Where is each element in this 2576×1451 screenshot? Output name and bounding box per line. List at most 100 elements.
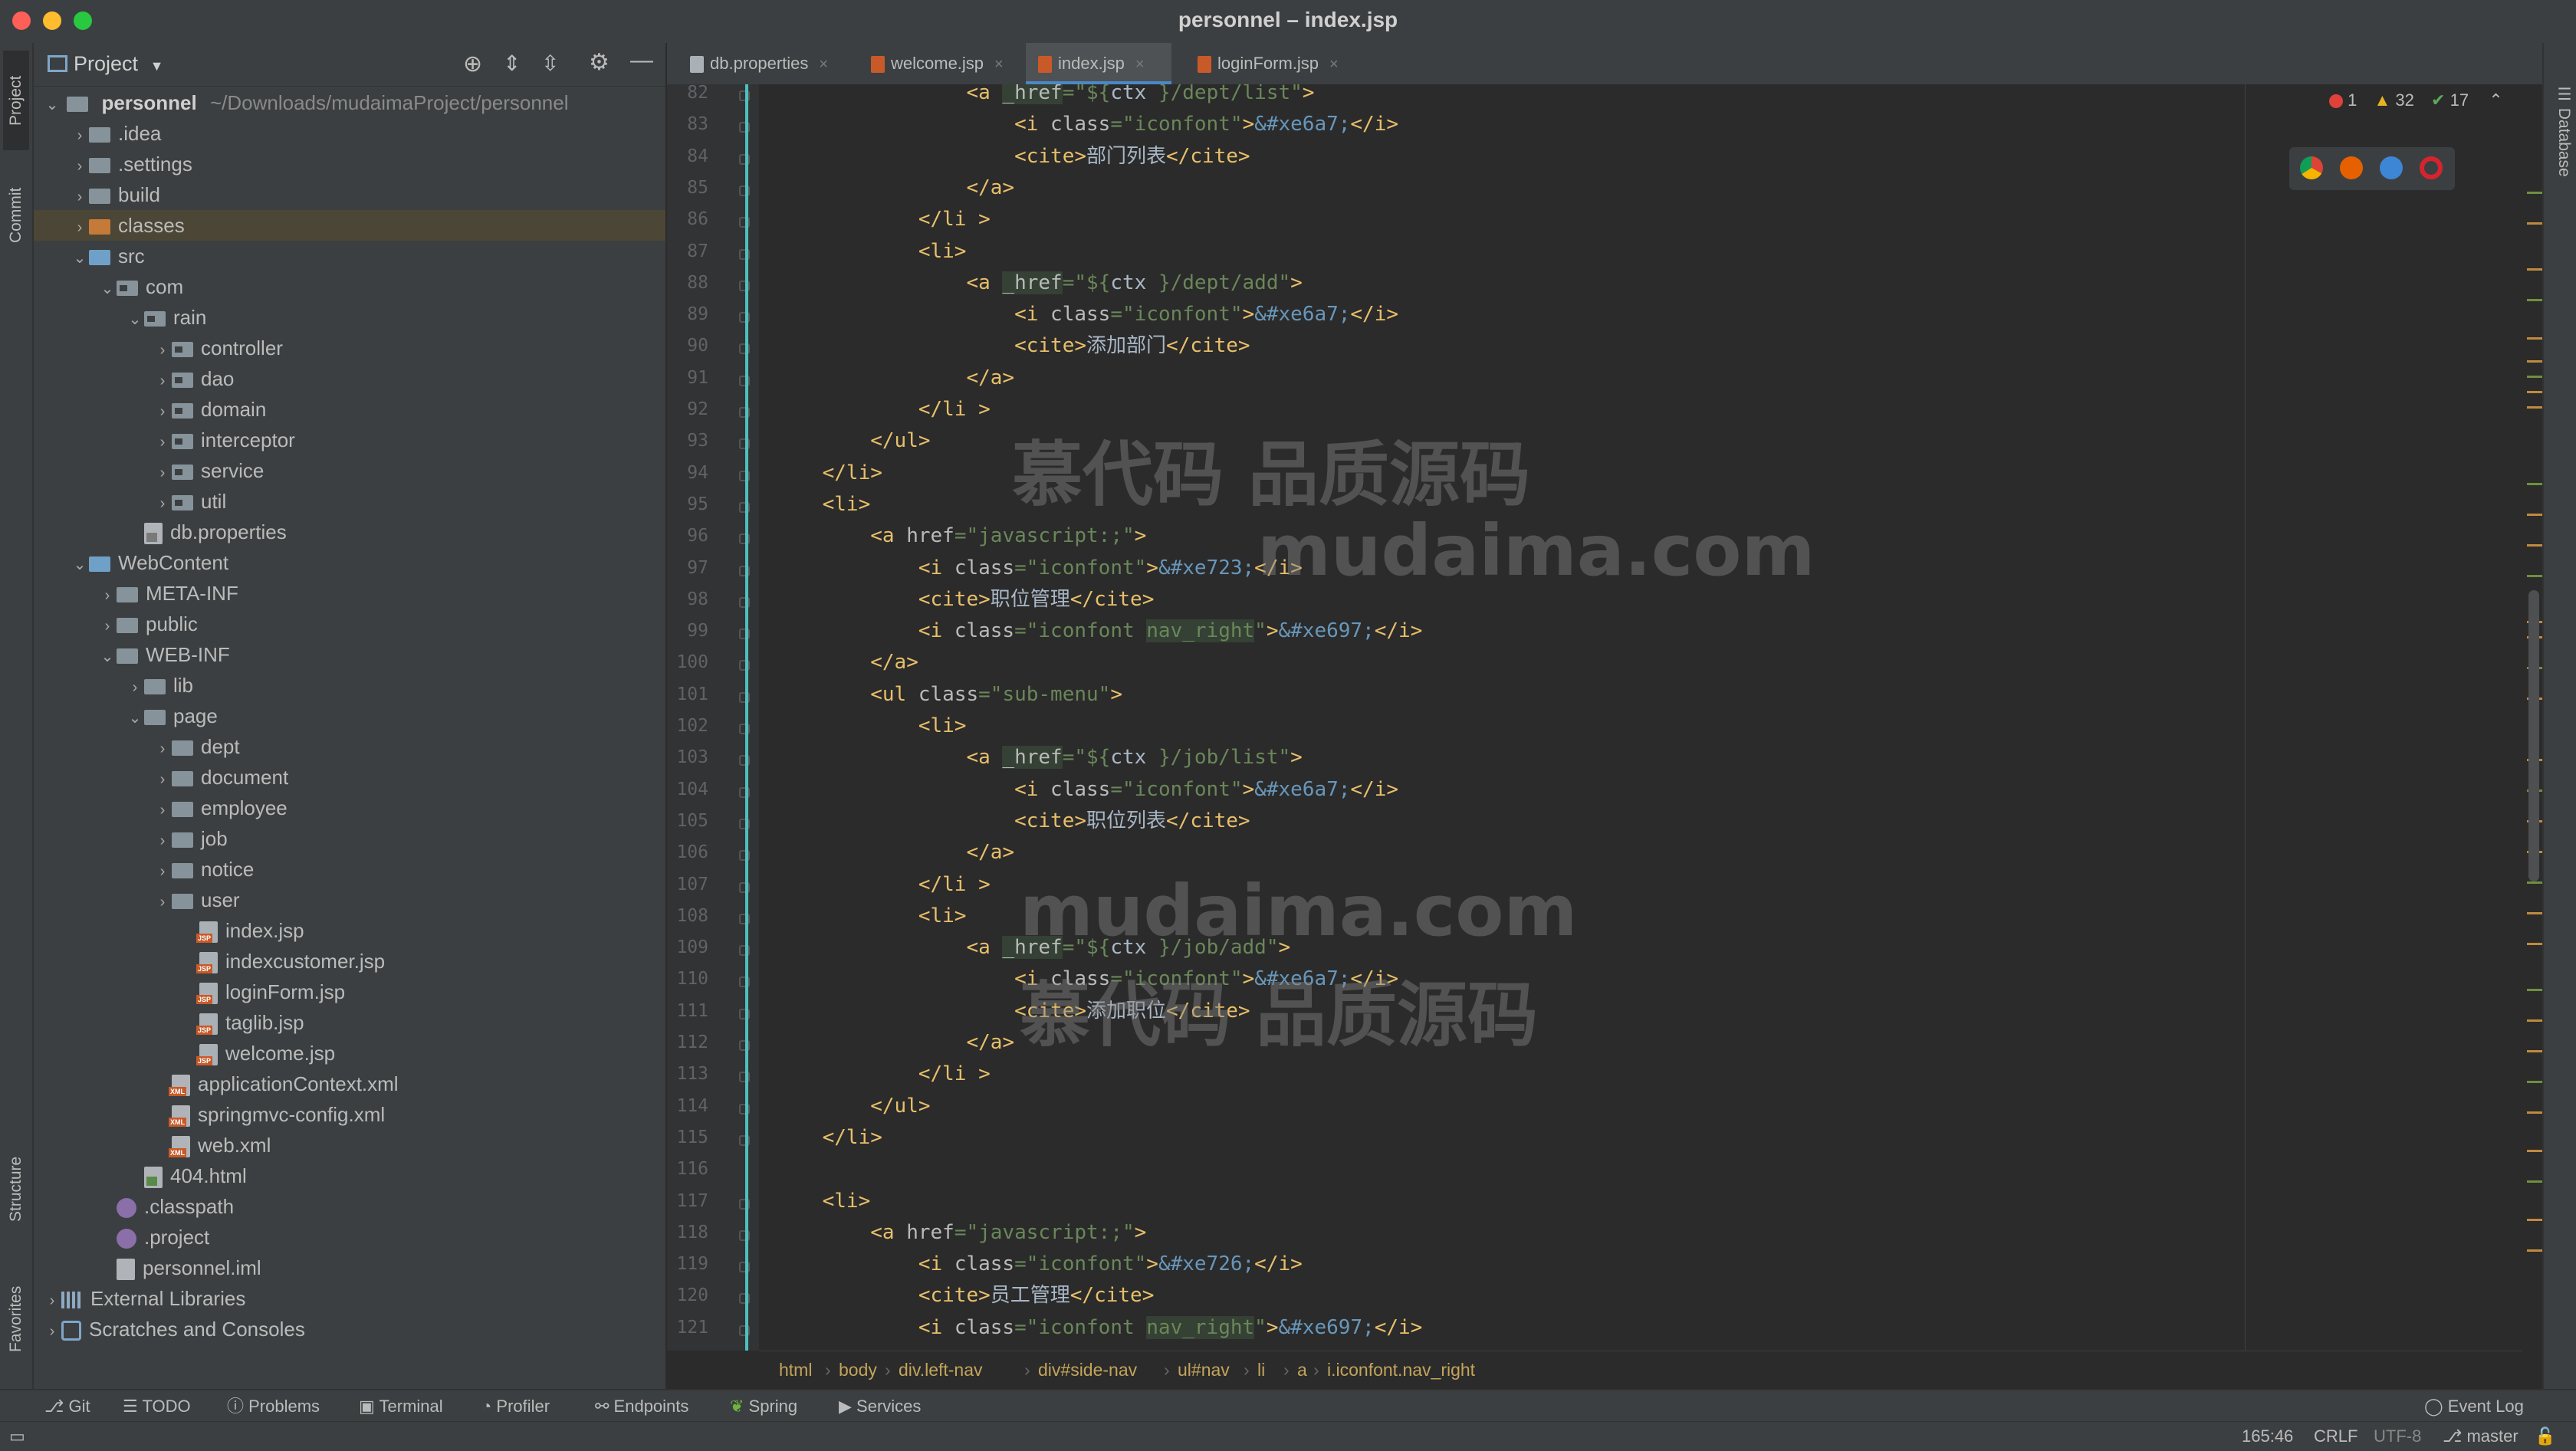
tree-item[interactable]: index.jsp: [34, 915, 665, 946]
chevron-up-icon[interactable]: ⌃: [2489, 90, 2502, 110]
services-tool-button[interactable]: ▶ Services: [839, 1390, 921, 1423]
code-line[interactable]: </li >: [774, 203, 991, 235]
code-line[interactable]: </a>: [774, 172, 1014, 204]
tab-loginform-jsp[interactable]: loginForm.jsp ×: [1185, 43, 1374, 84]
chevron-right-icon[interactable]: ›: [153, 366, 172, 396]
database-tool-tab[interactable]: ☰ Database: [2548, 58, 2573, 204]
tree-item[interactable]: › util: [34, 486, 665, 517]
code-line[interactable]: <cite>员工管理</cite>: [774, 1279, 1155, 1311]
tab-welcome-jsp[interactable]: welcome.jsp ×: [859, 43, 1040, 84]
tree-item[interactable]: › Scratches and Consoles: [34, 1314, 665, 1344]
problems-tool-button[interactable]: ⓘ Problems: [227, 1390, 320, 1423]
scrollbar-thumb[interactable]: [2528, 590, 2539, 881]
tree-item[interactable]: db.properties: [34, 517, 665, 547]
tree-item[interactable]: welcome.jsp: [34, 1038, 665, 1069]
chevron-down-icon[interactable]: ⌄: [126, 703, 144, 734]
code-line[interactable]: </a>: [774, 1026, 1014, 1059]
tree-item[interactable]: ⌄ com: [34, 271, 665, 302]
code-line[interactable]: </ul>: [774, 1090, 930, 1122]
chevron-down-icon[interactable]: ⌄: [71, 550, 89, 580]
code-line[interactable]: <i class="iconfont">&#xe726;</i>: [774, 1248, 1303, 1280]
chevron-right-icon[interactable]: ›: [153, 335, 172, 366]
tree-item[interactable]: › lib: [34, 670, 665, 701]
code-editor[interactable]: <a _href="${ctx }/dept/list"> <i class="…: [759, 84, 2522, 1351]
chevron-right-icon[interactable]: ›: [98, 611, 117, 642]
code-line[interactable]: </a>: [774, 362, 1014, 394]
chevron-right-icon[interactable]: ›: [71, 151, 89, 182]
tree-item[interactable]: personnel.iml: [34, 1252, 665, 1283]
chevron-right-icon[interactable]: ›: [153, 734, 172, 764]
code-line[interactable]: </li>: [774, 1121, 882, 1154]
opera-icon[interactable]: [2420, 156, 2443, 179]
code-line[interactable]: </a>: [774, 836, 1014, 868]
tree-item[interactable]: .project: [34, 1222, 665, 1252]
tab-index-jsp[interactable]: index.jsp ×: [1026, 43, 1171, 84]
chevron-right-icon[interactable]: ›: [98, 580, 117, 611]
chevron-down-icon[interactable]: ⌄: [98, 274, 117, 304]
tree-item[interactable]: springmvc-config.xml: [34, 1099, 665, 1130]
tree-item[interactable]: ⌄ WebContent: [34, 547, 665, 578]
project-view-dropdown[interactable]: Project ▼: [74, 52, 163, 76]
code-line[interactable]: </li>: [774, 457, 882, 489]
expand-all-icon[interactable]: ⇕: [503, 51, 521, 76]
inspection-widget[interactable]: 1 ▲ 32 ✔ 17 ⌃ ⌄: [2329, 90, 2535, 110]
code-line[interactable]: <i class="iconfont">&#xe723;</i>: [774, 552, 1303, 584]
code-line[interactable]: </li >: [774, 393, 991, 425]
tree-item[interactable]: › user: [34, 885, 665, 915]
git-branch[interactable]: ⎇ master: [2443, 1422, 2518, 1451]
chevron-right-icon[interactable]: ›: [153, 856, 172, 887]
tree-item[interactable]: › dept: [34, 731, 665, 762]
code-line[interactable]: <li>: [774, 710, 967, 742]
code-line[interactable]: <i class="iconfont">&#xe6a7;</i>: [774, 773, 1398, 806]
code-line[interactable]: <cite>职位列表</cite>: [774, 805, 1250, 837]
code-line[interactable]: <cite>职位管理</cite>: [774, 583, 1155, 616]
tree-item[interactable]: › interceptor: [34, 425, 665, 455]
tab-db-properties[interactable]: db.properties ×: [678, 43, 860, 84]
terminal-tool-button[interactable]: ▣ Terminal: [359, 1390, 443, 1423]
chevron-right-icon[interactable]: ›: [71, 182, 89, 212]
code-line[interactable]: </li >: [774, 1058, 991, 1090]
tree-item[interactable]: taglib.jsp: [34, 1007, 665, 1038]
code-line[interactable]: </a>: [774, 646, 918, 678]
breadcrumb-item[interactable]: div#side-nav: [1038, 1351, 1137, 1388]
code-line[interactable]: <li>: [774, 900, 967, 932]
chevron-down-icon[interactable]: ⌄: [71, 243, 89, 274]
tree-item[interactable]: web.xml: [34, 1130, 665, 1160]
chevron-right-icon[interactable]: ›: [71, 212, 89, 243]
code-line[interactable]: <a href="javascript:;">: [774, 520, 1146, 552]
code-line[interactable]: <li>: [774, 1185, 871, 1217]
tree-item[interactable]: › dao: [34, 363, 665, 394]
code-line[interactable]: <li>: [774, 235, 967, 268]
safari-icon[interactable]: [2380, 156, 2403, 179]
tree-item[interactable]: ⌄ src: [34, 241, 665, 271]
layout-icon[interactable]: ▭: [9, 1422, 25, 1451]
code-line[interactable]: <i class="iconfont">&#xe6a7;</i>: [774, 108, 1398, 140]
code-line[interactable]: <i class="iconfont nav_right">&#xe697;</…: [774, 1311, 1422, 1344]
tree-item[interactable]: indexcustomer.jsp: [34, 946, 665, 977]
commit-tool-tab[interactable]: Commit: [3, 166, 29, 265]
profiler-tool-button[interactable]: ◔ Profiler: [481, 1390, 550, 1423]
todo-tool-button[interactable]: ☰ TODO: [123, 1390, 191, 1423]
tree-item[interactable]: › .idea: [34, 118, 665, 149]
chevron-right-icon[interactable]: ›: [71, 120, 89, 151]
chevron-down-icon[interactable]: ⌄: [98, 642, 117, 672]
code-line[interactable]: </li >: [774, 868, 991, 901]
chevron-right-icon[interactable]: ›: [153, 458, 172, 488]
caret-position[interactable]: 165:46: [2242, 1422, 2293, 1451]
tree-item[interactable]: ⌄ WEB-INF: [34, 639, 665, 670]
tree-root-personnel[interactable]: ⌄ personnel ~/Downloads/mudaimaProject/p…: [34, 87, 665, 118]
code-line[interactable]: <cite>添加部门</cite>: [774, 330, 1250, 362]
close-icon[interactable]: ×: [819, 56, 828, 73]
tree-item[interactable]: › build: [34, 179, 665, 210]
structure-tool-tab[interactable]: Structure: [3, 1131, 29, 1246]
chevron-right-icon[interactable]: ›: [153, 427, 172, 458]
breadcrumb-item[interactable]: i.iconfont.nav_right: [1327, 1351, 1475, 1388]
breadcrumb-item[interactable]: a: [1297, 1351, 1307, 1388]
chevron-right-icon[interactable]: ›: [153, 887, 172, 918]
firefox-icon[interactable]: [2340, 156, 2363, 179]
line-separator[interactable]: CRLF: [2314, 1422, 2358, 1451]
tree-item[interactable]: › domain: [34, 394, 665, 425]
code-line[interactable]: <a href="javascript:;">: [774, 1216, 1146, 1249]
tree-item[interactable]: › service: [34, 455, 665, 486]
event-log-button[interactable]: ◯ Event Log: [2424, 1390, 2524, 1423]
